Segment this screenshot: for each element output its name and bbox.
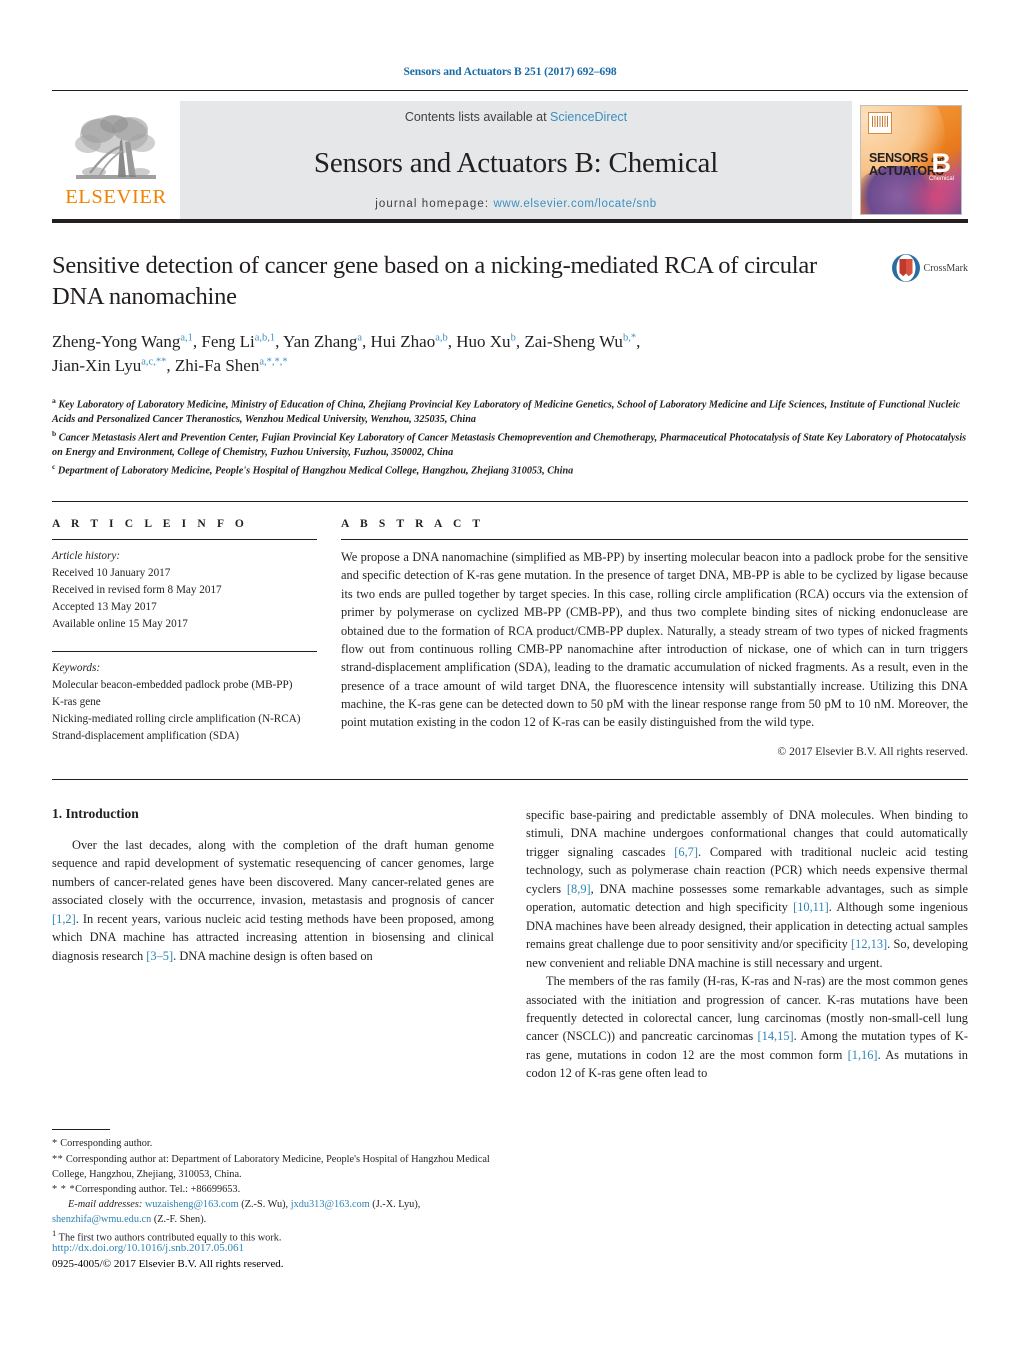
elsevier-tree-icon bbox=[75, 115, 156, 179]
contents-prefix: Contents lists available at bbox=[404, 110, 551, 124]
keyword-item: K-ras gene bbox=[52, 696, 101, 709]
abstract-text: We propose a DNA nanomachine (simplified… bbox=[341, 550, 968, 730]
contents-line: Contents lists available at ScienceDirec… bbox=[180, 110, 852, 124]
footnote-corresponding-1: * Corresponding author. bbox=[52, 1138, 153, 1150]
intro-paragraph-left: Over the last decades, along with the co… bbox=[52, 837, 494, 963]
history-item: Available online 15 May 2017 bbox=[52, 618, 188, 631]
article-info-heading: A R T I C L E I N F O bbox=[52, 518, 248, 531]
history-item: Accepted 13 May 2017 bbox=[52, 601, 157, 614]
info-top-rule bbox=[52, 501, 968, 503]
journal-title: Sensors and Actuators B: Chemical bbox=[313, 146, 719, 179]
article-info-rule bbox=[52, 539, 317, 541]
cover-line1: SENSORS bbox=[869, 151, 929, 165]
affiliations: a Key Laboratory of Laboratory Medicine,… bbox=[52, 395, 968, 479]
title-block: Sensitive detection of cancer gene based… bbox=[52, 251, 968, 379]
journal-cover-thumbnail: SENSORS and ACTUATORS B Chemical bbox=[860, 105, 962, 215]
footnote-corresponding-2: ** Corresponding author at: Department o… bbox=[52, 1153, 490, 1180]
article-history: Article history: Received 10 January 201… bbox=[52, 548, 317, 633]
header-rule bbox=[52, 90, 968, 91]
body-column-right: specific base-pairing and predictable as… bbox=[526, 806, 968, 1246]
intro-paragraph-right-2: The members of the ras family (H-ras, K-… bbox=[526, 974, 968, 1081]
crossmark-label: CrossMark bbox=[923, 262, 968, 274]
author-line-2: Jian-Xin Lyua,c,**, Zhi-Fa Shena,*,*,* bbox=[52, 356, 288, 376]
footer-doi-block: http://dx.doi.org/10.1016/j.snb.2017.05.… bbox=[52, 1241, 284, 1273]
article-page: Sensors and Actuators B 251 (2017) 692–6… bbox=[0, 0, 1020, 1351]
keyword-item: Strand-displacement amplification (SDA) bbox=[52, 730, 240, 743]
affiliation-b: b Cancer Metastasis Alert and Prevention… bbox=[52, 428, 967, 459]
abstract-column: A B S T R A C T We propose a DNA nanomac… bbox=[341, 518, 968, 758]
intro-paragraph-right-1: specific base-pairing and predictable as… bbox=[526, 807, 969, 970]
keyword-item: Nicking-mediated rolling circle amplific… bbox=[52, 713, 301, 726]
info-abstract-row: A R T I C L E I N F O Article history: R… bbox=[52, 518, 968, 758]
cover-letter-b: B bbox=[931, 148, 952, 178]
article-history-label: Article history: bbox=[52, 550, 121, 563]
history-item: Received 10 January 2017 bbox=[52, 567, 171, 580]
elsevier-logo: ELSEVIER bbox=[52, 101, 180, 219]
cover-elsevier-mark-icon bbox=[868, 112, 892, 134]
keyword-item: Molecular beacon-embedded padlock probe … bbox=[52, 679, 293, 692]
journal-band: Contents lists available at ScienceDirec… bbox=[180, 101, 852, 219]
affiliation-c: c Department of Laboratory Medicine, Peo… bbox=[52, 461, 574, 477]
journal-masthead: ELSEVIER Contents lists available at Sci… bbox=[52, 101, 968, 219]
keywords-label: Keywords: bbox=[52, 662, 101, 675]
article-info-column: A R T I C L E I N F O Article history: R… bbox=[52, 518, 341, 758]
keywords-block: Keywords: Molecular beacon-embedded padl… bbox=[52, 660, 317, 745]
footnote-corresponding-3: * * *Corresponding author. Tel.: +866996… bbox=[52, 1183, 241, 1195]
history-item: Received in revised form 8 May 2017 bbox=[52, 584, 222, 597]
abstract-rule bbox=[341, 539, 968, 541]
abstract-bottom-rule bbox=[52, 778, 968, 780]
journal-homepage-link[interactable]: www.elsevier.com/locate/snb bbox=[494, 198, 657, 210]
abstract-heading: A B S T R A C T bbox=[341, 518, 485, 531]
crossmark-icon bbox=[891, 254, 920, 282]
doi-link[interactable]: http://dx.doi.org/10.1016/j.snb.2017.05.… bbox=[52, 1242, 244, 1254]
keywords-rule bbox=[52, 651, 317, 653]
journal-homepage-line: journal homepage: www.elsevier.com/locat… bbox=[180, 198, 852, 210]
running-head: Sensors and Actuators B 251 (2017) 692–6… bbox=[403, 66, 617, 78]
affiliation-a: a Key Laboratory of Laboratory Medicine,… bbox=[52, 396, 961, 426]
crossmark-badge[interactable]: CrossMark bbox=[858, 251, 968, 379]
footnotes-block: * Corresponding author. ** Corresponding… bbox=[52, 1129, 494, 1245]
issn-copyright: 0925-4005/© 2017 Elsevier B.V. All right… bbox=[52, 1258, 284, 1271]
abstract-copyright: © 2017 Elsevier B.V. All rights reserved… bbox=[777, 744, 968, 758]
footnote-rule bbox=[52, 1129, 110, 1131]
footnote-emails[interactable]: E-mail addresses: wuzaisheng@163.com (Z.… bbox=[52, 1197, 494, 1227]
body-column-left: 1. Introduction Over the last decades, a… bbox=[52, 806, 494, 1246]
author-list: Zheng-Yong Wanga,1, Feng Lia,b,1, Yan Zh… bbox=[52, 330, 842, 379]
cover-sublabel: Chemical bbox=[928, 176, 954, 182]
homepage-prefix: journal homepage: bbox=[375, 198, 494, 210]
section-title-introduction: 1. Introduction bbox=[52, 805, 139, 821]
masthead-bottom-rule bbox=[52, 219, 968, 223]
author-line-1: Zheng-Yong Wanga,1, Feng Lia,b,1, Yan Zh… bbox=[52, 331, 641, 351]
page-title: Sensitive detection of cancer gene based… bbox=[52, 252, 817, 310]
sciencedirect-link[interactable]: ScienceDirect bbox=[550, 110, 627, 124]
elsevier-wordmark: ELSEVIER bbox=[65, 186, 167, 208]
body-columns: 1. Introduction Over the last decades, a… bbox=[52, 806, 968, 1246]
